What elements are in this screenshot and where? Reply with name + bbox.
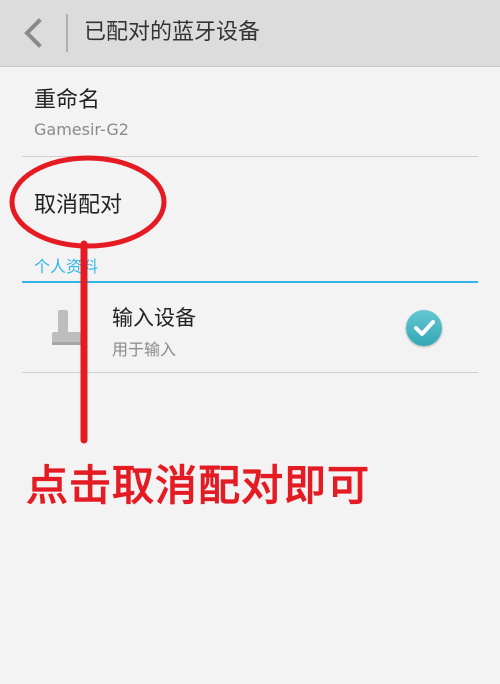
profiles-section-header: 个人资料 <box>22 249 478 283</box>
back-button[interactable] <box>10 8 58 58</box>
action-bar-divider <box>66 14 68 52</box>
page-title: 已配对的蓝牙设备 <box>84 20 261 45</box>
input-device-title: 输入设备 <box>112 306 196 330</box>
input-device-item[interactable]: 输入设备 用于输入 <box>22 284 478 372</box>
unpair-label: 取消配对 <box>34 193 123 218</box>
rename-label: 重命名 <box>34 88 101 113</box>
device-name: Gamesir-G2 <box>34 120 129 139</box>
joystick-icon <box>52 310 82 345</box>
input-device-subtitle: 用于输入 <box>112 340 177 359</box>
input-device-checkbox[interactable] <box>406 310 442 346</box>
unpair-item[interactable]: 取消配对 <box>22 157 478 247</box>
chevron-left-icon <box>24 18 42 48</box>
section-label: 个人资料 <box>34 257 99 276</box>
annotation-callout: 点击取消配对即可 <box>26 461 371 510</box>
checkmark-icon <box>414 320 435 336</box>
rename-item[interactable]: 重命名 Gamesir-G2 <box>22 66 478 156</box>
action-bar: 已配对的蓝牙设备 <box>0 0 500 67</box>
divider <box>22 372 478 373</box>
